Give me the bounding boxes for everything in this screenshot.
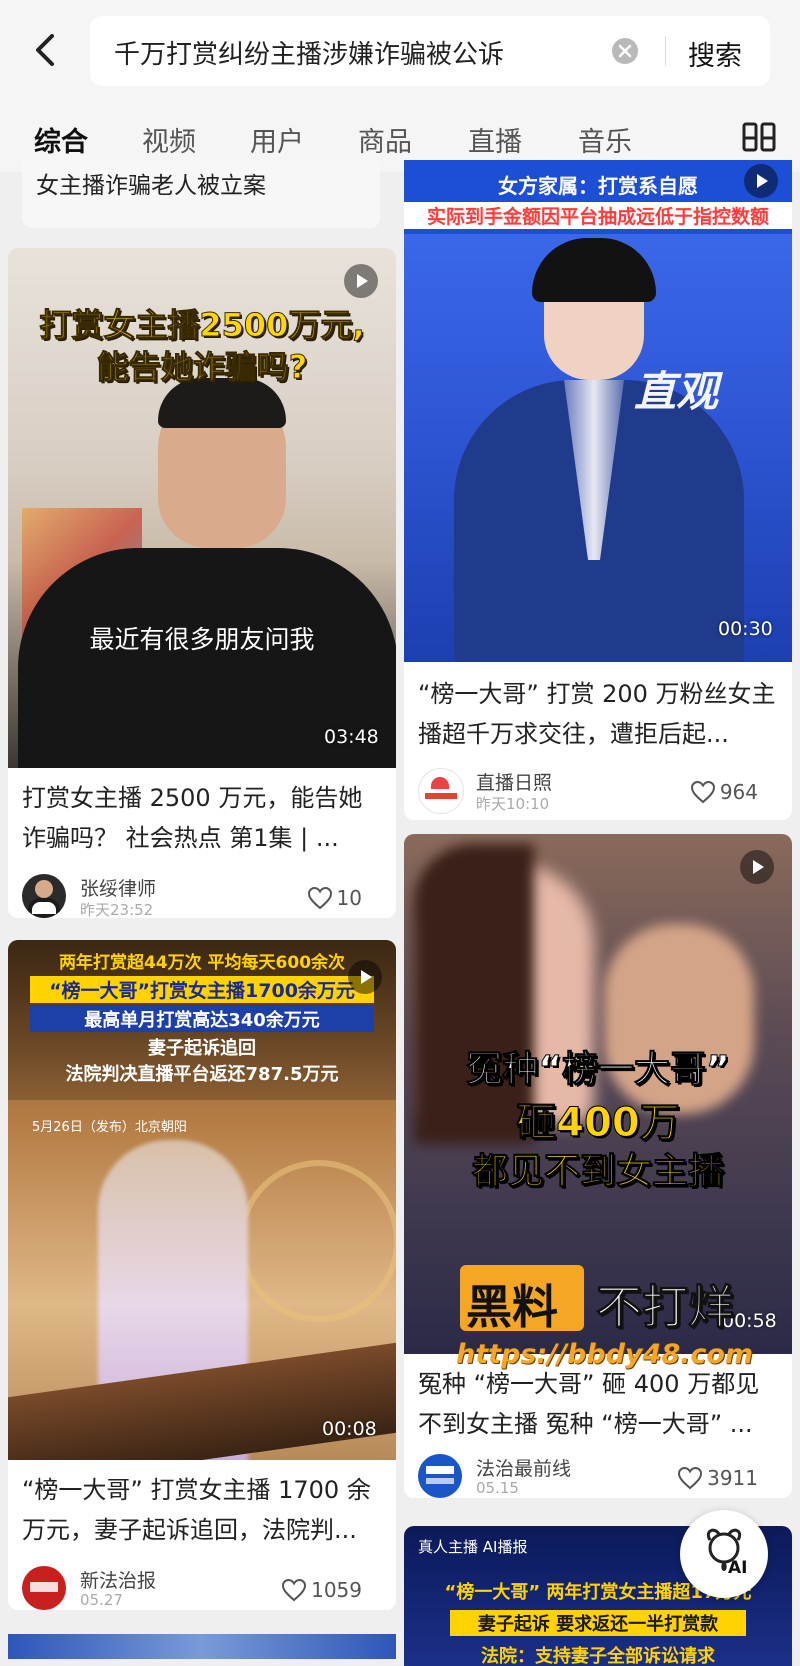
headline-line-2: 妻子起诉 要求返还一半打赏款 bbox=[450, 1610, 746, 1636]
search-box[interactable]: 千万打赏纠纷主播涉嫌诈骗被公诉 搜索 bbox=[90, 16, 770, 86]
tab-live[interactable]: 直播 bbox=[468, 120, 522, 159]
author-name[interactable]: 直播日照 bbox=[476, 768, 552, 795]
author-avatar[interactable] bbox=[22, 874, 66, 918]
post-time: 昨天10:10 bbox=[476, 795, 550, 813]
post-time: 05.27 bbox=[80, 1591, 123, 1609]
post-time: 昨天23:52 bbox=[80, 901, 154, 918]
author-row: 法治最前线 05.15 3911 bbox=[418, 1454, 758, 1498]
watermark-url: https://bbdy48.com bbox=[456, 1339, 754, 1370]
decor-circle bbox=[238, 1160, 396, 1322]
anchor-hair bbox=[532, 238, 656, 302]
video-thumbnail[interactable]: 女方家属：打赏系自愿 实际到手金额因平台抽成远低于指控数额 直观 00:30 bbox=[404, 160, 792, 662]
tab-videos[interactable]: 视频 bbox=[142, 120, 196, 159]
author-avatar[interactable] bbox=[418, 768, 464, 814]
headline-line-4: 妻子起诉追回 bbox=[148, 1038, 256, 1059]
headline-line-2: “榜一大哥”打赏女主播1700余万元 bbox=[30, 976, 374, 1003]
like-number: 10 bbox=[336, 886, 362, 910]
search-input[interactable]: 千万打赏纠纷主播涉嫌诈骗被公诉 bbox=[114, 34, 504, 71]
author-row: 张绥律师 昨天23:52 10 bbox=[22, 874, 362, 918]
banner-line-1: 女方家属：打赏系自愿 bbox=[498, 174, 698, 198]
like-count[interactable]: 3911 bbox=[677, 1466, 758, 1490]
result-card-6-partial[interactable] bbox=[8, 1634, 396, 1659]
video-duration: 03:48 bbox=[324, 726, 379, 748]
tab-products[interactable]: 商品 bbox=[358, 120, 412, 159]
author-avatar[interactable] bbox=[22, 1566, 66, 1610]
program-logo: 直观 bbox=[634, 367, 719, 416]
video-thumbnail[interactable]: 两年打赏超44万次 平均每天600余次 “榜一大哥”打赏女主播1700余万元 最… bbox=[8, 940, 396, 1460]
heart-icon[interactable] bbox=[281, 1578, 307, 1602]
top-bar: 千万打赏纠纷主播涉嫌诈骗被公诉 搜索 bbox=[0, 0, 800, 100]
watermark-brand-1: 黑料 bbox=[466, 1280, 558, 1334]
like-number: 1059 bbox=[311, 1578, 362, 1602]
watermark-brand-2: 不打烊 bbox=[596, 1280, 735, 1335]
like-number: 964 bbox=[719, 780, 758, 804]
search-button[interactable]: 搜索 bbox=[688, 34, 742, 73]
thumbnail-headline-1: 冤种“榜一大哥” bbox=[466, 1049, 730, 1091]
play-icon[interactable] bbox=[740, 850, 774, 884]
back-arrow-icon[interactable] bbox=[26, 30, 66, 70]
headline-line-1: 两年打赏超44万次 平均每天600余次 bbox=[58, 953, 346, 973]
author-name[interactable]: 新法治报 bbox=[80, 1566, 156, 1593]
card-title: 女主播诈骗老人被立案 bbox=[36, 173, 266, 199]
ai-assistant-button[interactable]: AI bbox=[680, 1510, 768, 1598]
tab-music[interactable]: 音乐 bbox=[578, 120, 632, 159]
heart-icon[interactable] bbox=[690, 780, 716, 804]
author-name[interactable]: 张绥律师 bbox=[80, 874, 156, 901]
like-count[interactable]: 1059 bbox=[281, 1578, 362, 1602]
ai-sparkle-icon bbox=[706, 1528, 742, 1571]
video-duration: 00:08 bbox=[322, 1418, 377, 1440]
result-card-partial[interactable]: 女主播诈骗老人被立案 bbox=[22, 160, 380, 228]
card-title[interactable]: “榜一大哥” 打赏 200 万粉丝女主播超千万求交往，遭拒后起... bbox=[418, 674, 778, 754]
author-row: 直播日照 昨天10:10 964 bbox=[418, 768, 758, 818]
video-thumbnail[interactable]: 打赏女主播2500万元, 能告她诈骗吗? 最近有很多朋友问我 03:48 bbox=[8, 248, 396, 768]
headline-line-3: 最高单月打赏高达340余万元 bbox=[30, 1006, 374, 1032]
divider bbox=[665, 36, 666, 66]
watermark: 黑料 不打烊 https://bbdy48.com bbox=[456, 1265, 790, 1385]
heart-icon[interactable] bbox=[677, 1466, 703, 1490]
ai-broadcast-tag: 真人主播 AI播报 bbox=[418, 1538, 528, 1556]
headline-line-5: 法院判决直播平台返还787.5万元 bbox=[65, 1064, 339, 1085]
thumbnail-headline-2: 砸400万 bbox=[516, 1100, 681, 1147]
result-card-2[interactable]: 女方家属：打赏系自愿 实际到手金额因平台抽成远低于指控数额 直观 00:30 “… bbox=[404, 160, 792, 820]
video-duration: 00:30 bbox=[718, 618, 773, 640]
result-card-1[interactable]: 打赏女主播2500万元, 能告她诈骗吗? 最近有很多朋友问我 03:48 打赏女… bbox=[8, 248, 396, 918]
tab-comprehensive[interactable]: 综合 bbox=[34, 120, 88, 159]
like-count[interactable]: 964 bbox=[690, 780, 758, 804]
card-title[interactable]: “榜一大哥” 打赏女主播 1700 余万元，妻子起诉追回，法院判... bbox=[22, 1470, 382, 1550]
video-subtitle: 最近有很多朋友问我 bbox=[89, 625, 315, 654]
thumbnail-headline-1: 打赏女主播2500万元, bbox=[39, 306, 365, 345]
like-number: 3911 bbox=[707, 1466, 758, 1490]
thumbnail-headline-3: 都见不到女主播 bbox=[471, 1151, 724, 1193]
ai-label: AI bbox=[728, 1558, 748, 1578]
card-title[interactable]: 打赏女主播 2500 万元，能告她诈骗吗？ 社会热点 第1集 | ... bbox=[22, 778, 382, 858]
tab-users[interactable]: 用户 bbox=[250, 120, 304, 159]
result-card-3[interactable]: 两年打赏超44万次 平均每天600余次 “榜一大哥”打赏女主播1700余万元 最… bbox=[8, 940, 396, 1610]
heart-icon[interactable] bbox=[307, 886, 333, 910]
clear-icon[interactable] bbox=[612, 38, 638, 64]
thumbnail-headline-2: 能告她诈骗吗? bbox=[96, 348, 308, 387]
result-card-4[interactable]: 冤种“榜一大哥” 砸400万 都见不到女主播 00:58 冤种 “榜一大哥” 砸… bbox=[404, 834, 792, 1498]
play-icon[interactable] bbox=[348, 960, 382, 994]
author-row: 新法治报 05.27 1059 bbox=[22, 1566, 362, 1610]
play-icon[interactable] bbox=[344, 264, 378, 298]
release-tag: 5月26日（发布）北京朝阳 bbox=[32, 1120, 187, 1135]
author-name[interactable]: 法治最前线 bbox=[476, 1454, 571, 1481]
post-time: 05.15 bbox=[476, 1479, 519, 1497]
banner-line-2: 实际到手金额因平台抽成远低于指控数额 bbox=[404, 202, 792, 229]
headline-line-3: 法院：支持妻子全部诉讼请求 bbox=[481, 1646, 715, 1666]
like-count[interactable]: 10 bbox=[307, 886, 362, 910]
author-avatar[interactable] bbox=[418, 1454, 462, 1498]
play-icon[interactable] bbox=[744, 164, 778, 198]
layout-toggle-icon[interactable] bbox=[742, 122, 776, 152]
